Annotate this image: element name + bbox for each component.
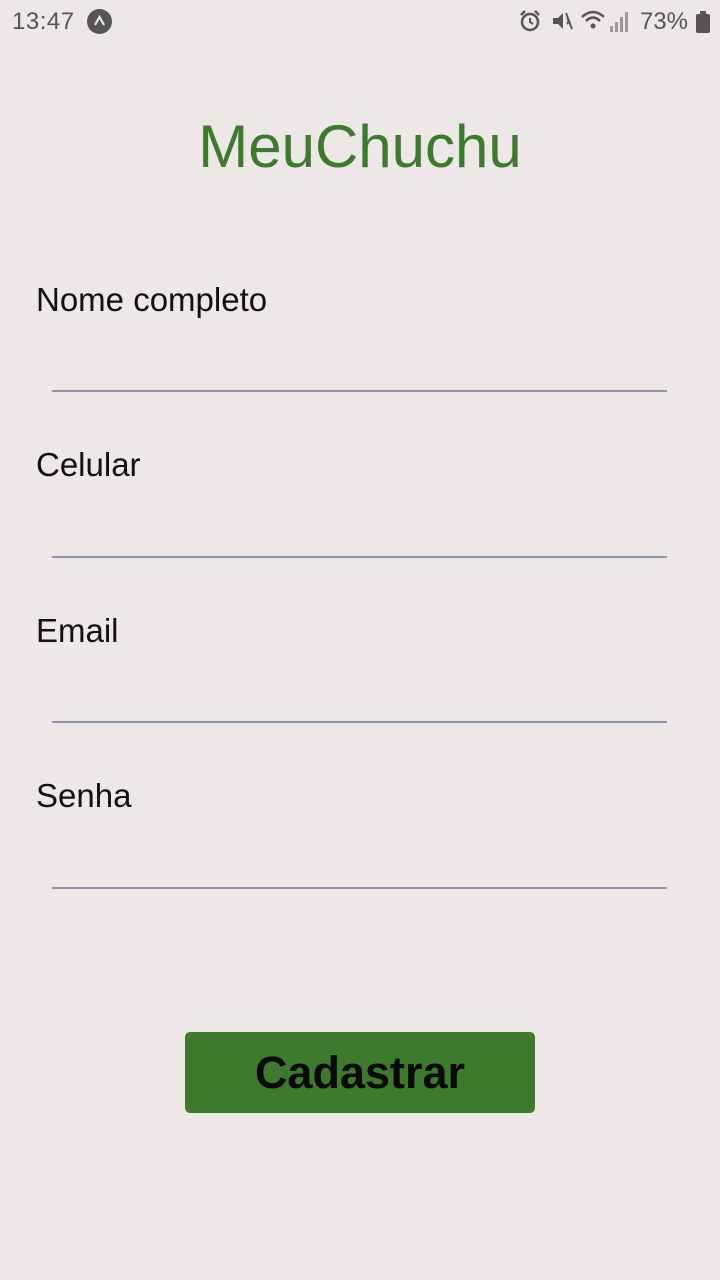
register-button[interactable]: Cadastrar xyxy=(185,1032,535,1113)
status-icons: 73% xyxy=(510,6,710,36)
password-input[interactable] xyxy=(52,845,667,889)
full-name-input[interactable] xyxy=(52,348,667,392)
app-notification-icon xyxy=(87,9,112,34)
phone-input[interactable] xyxy=(52,514,667,558)
phone-label: Celular xyxy=(36,446,141,483)
signal-icon xyxy=(610,11,628,39)
name-label: Nome completo xyxy=(36,281,268,318)
app-title: MeuChuchu xyxy=(198,113,522,180)
status-bar: 13:47 73% xyxy=(0,0,720,44)
wifi-icon xyxy=(580,9,606,38)
email-label: Email xyxy=(36,612,119,649)
battery-percent: 73% xyxy=(639,8,688,35)
mute-icon xyxy=(550,9,574,40)
status-time: 13:47 xyxy=(12,8,75,35)
signup-screen: 13:47 73% MeuChuchu Nome completo Celula… xyxy=(0,0,720,1280)
password-label: Senha xyxy=(36,777,132,814)
battery-icon xyxy=(696,11,710,40)
email-input[interactable] xyxy=(52,679,667,723)
alarm-icon xyxy=(518,9,542,40)
